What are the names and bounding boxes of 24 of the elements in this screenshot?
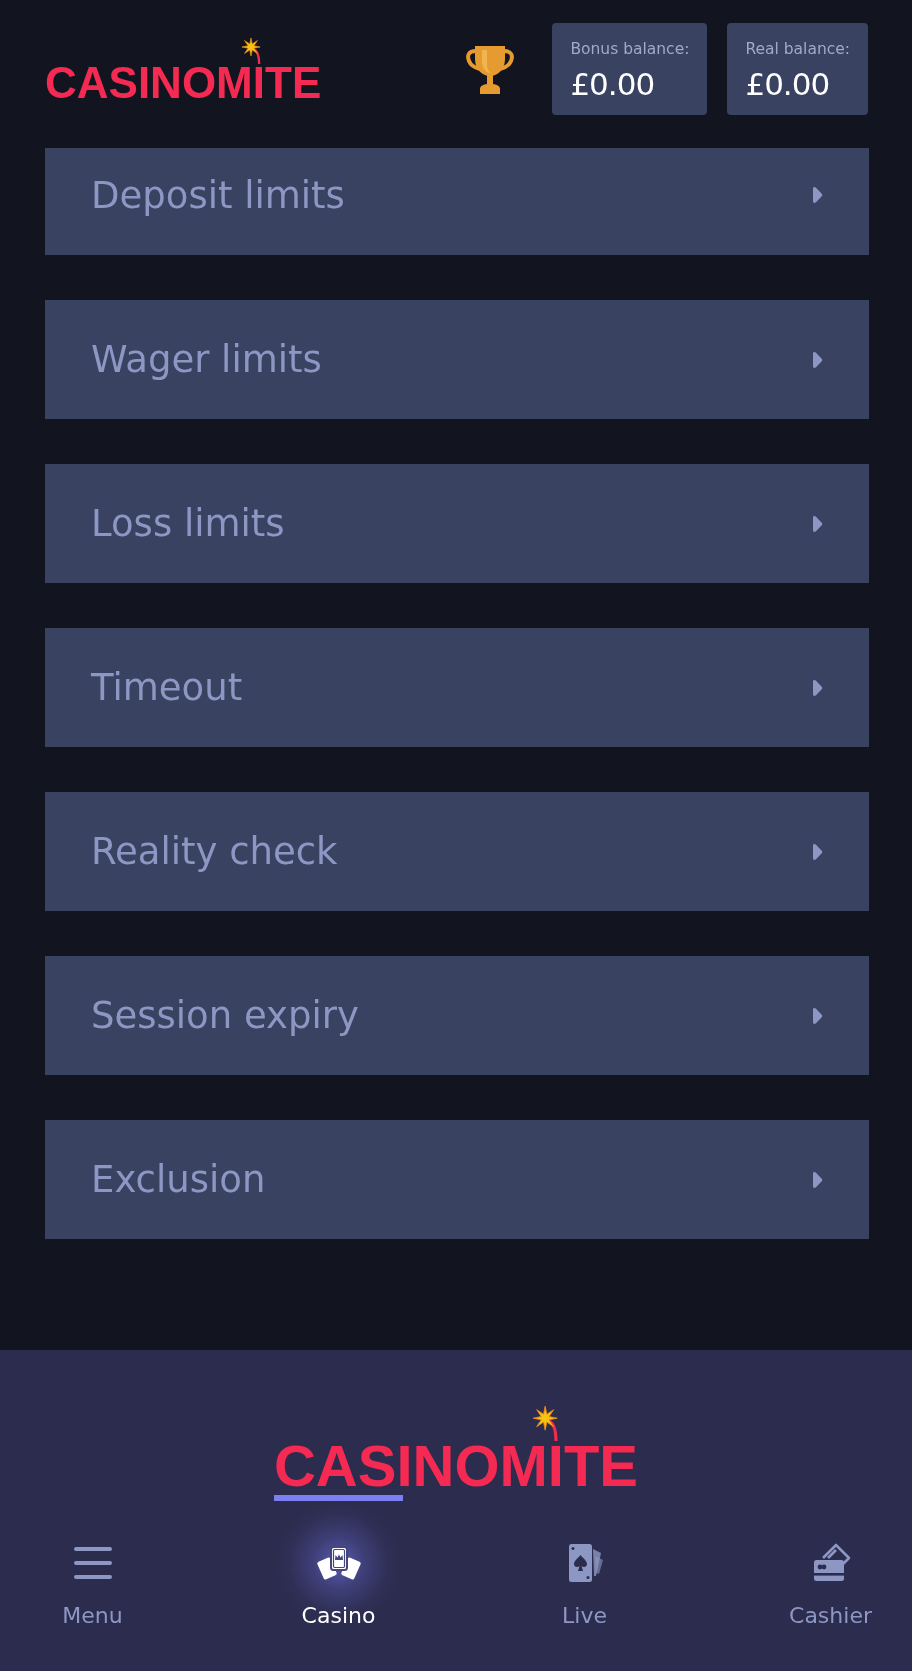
caret-right-icon: [812, 186, 823, 204]
caret-right-icon: [812, 350, 823, 369]
balance-label: Bonus balance:: [570, 39, 690, 59]
caret-right-icon: [812, 842, 823, 861]
caret-right-icon: [812, 1006, 823, 1025]
caret-right-icon: [812, 1170, 823, 1189]
limits-menu-item[interactable]: Wager limits: [45, 300, 869, 419]
limits-menu-item[interactable]: Exclusion: [45, 1120, 869, 1239]
logo-text[interactable]: CASINOMITE: [45, 61, 322, 105]
trophy-icon[interactable]: [466, 45, 515, 95]
limits-menu-item[interactable]: Loss limits: [45, 464, 869, 583]
balance-label: Real balance:: [745, 39, 850, 59]
limits-menu-item[interactable]: Session expiry: [45, 956, 869, 1075]
limits-menu-item[interactable]: Timeout: [45, 628, 869, 747]
balance-amount: £0.00: [570, 66, 656, 102]
nav-tab[interactable]: Live: [520, 1495, 649, 1671]
nav-tab[interactable]: Cashier: [766, 1495, 895, 1671]
balance-amount: £0.00: [745, 66, 831, 102]
nav-tab[interactable]: Menu: [28, 1495, 157, 1671]
caret-right-icon: [812, 514, 823, 533]
caret-right-icon: [812, 678, 823, 697]
limits-menu-item[interactable]: Deposit limits: [45, 148, 869, 255]
logo-text: CASINOMITE: [273, 1437, 639, 1495]
limits-menu-item[interactable]: Reality check: [45, 792, 869, 911]
